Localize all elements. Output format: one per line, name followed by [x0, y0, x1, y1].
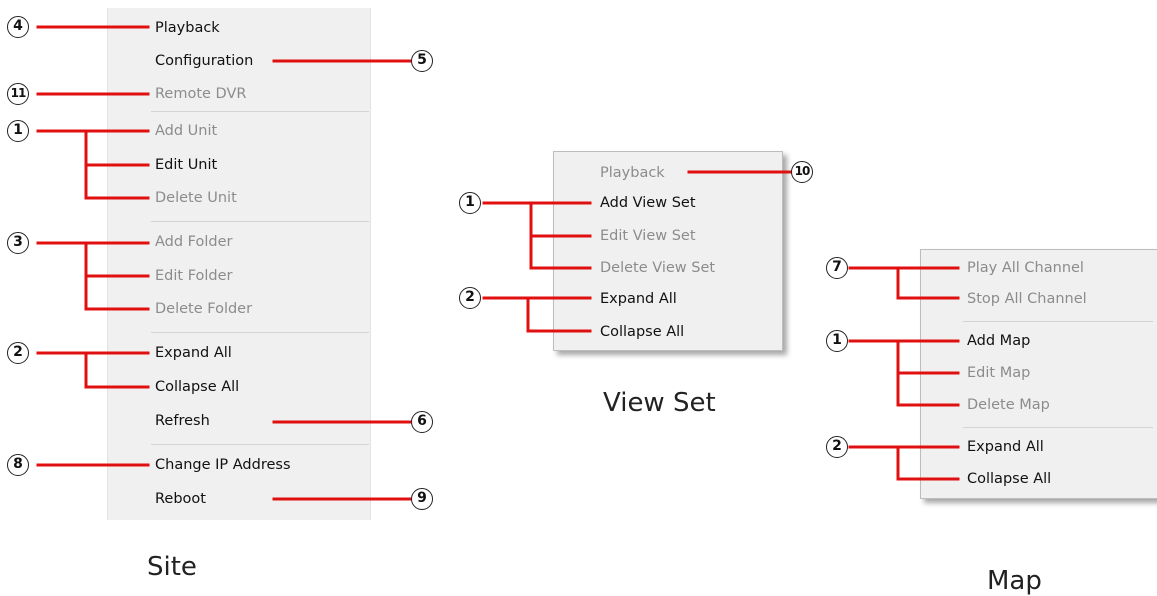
- callout-badge: 3: [7, 232, 29, 254]
- callout-badge: 7: [826, 257, 848, 279]
- callout-badge: 4: [7, 16, 29, 38]
- annotation-lines: [36, 25, 960, 501]
- callout-badge: 1: [826, 330, 848, 352]
- callout-badge: 1: [459, 192, 481, 214]
- callout-badge: 9: [411, 488, 433, 510]
- caption-site: Site: [147, 552, 197, 582]
- callout-badge: 6: [411, 411, 433, 433]
- callout-badge: 2: [7, 342, 29, 364]
- callout-badge: 10: [791, 161, 813, 183]
- callout-badge: 5: [411, 50, 433, 72]
- callout-badge: 2: [459, 287, 481, 309]
- caption-map: Map: [987, 566, 1042, 596]
- callout-badge: 8: [7, 454, 29, 476]
- caption-view-set: View Set: [603, 388, 716, 418]
- callout-badge: 11: [7, 83, 29, 105]
- callout-badge: 2: [826, 436, 848, 458]
- callout-badge: 1: [7, 120, 29, 142]
